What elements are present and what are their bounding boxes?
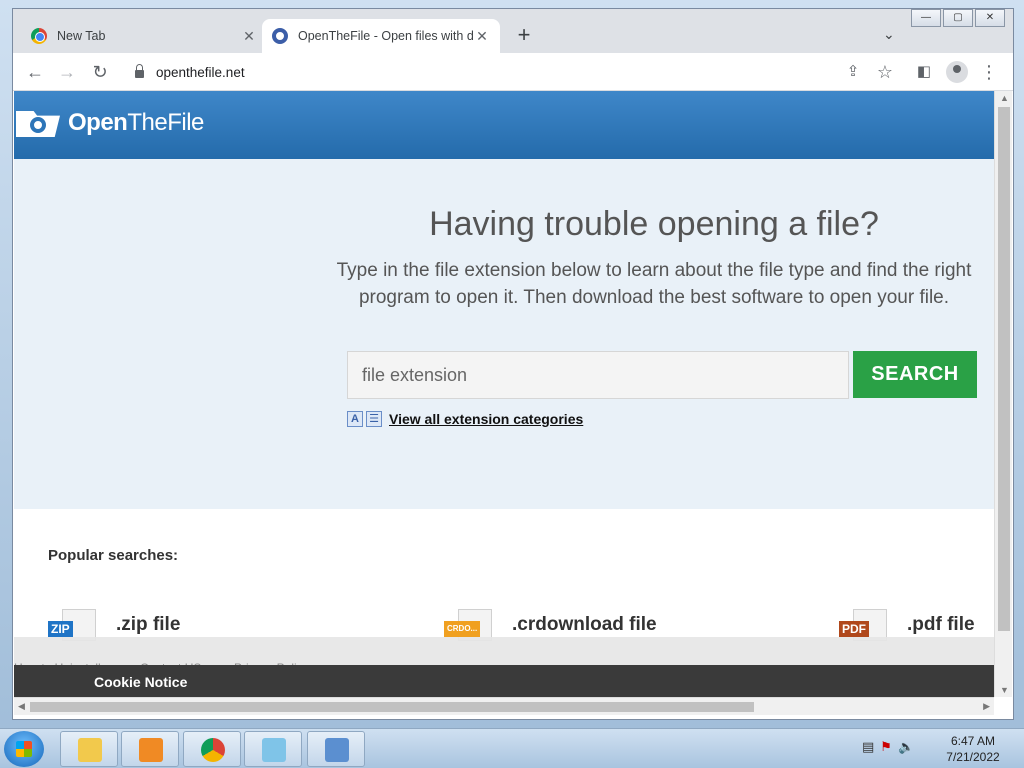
close-window-button[interactable]: ✕ xyxy=(975,9,1005,27)
menu-kebab-icon[interactable]: ⋮ xyxy=(977,60,1001,84)
profile-avatar[interactable] xyxy=(946,61,968,83)
network-icon[interactable]: ▤ xyxy=(862,739,874,755)
page-subtitle: Type in the file extension below to lear… xyxy=(336,260,972,308)
tab-new-tab[interactable]: New Tab ✕ xyxy=(21,19,267,53)
tab-title: New Tab xyxy=(57,29,106,43)
scrollbar-thumb[interactable] xyxy=(30,702,754,712)
close-icon[interactable]: ✕ xyxy=(241,28,257,45)
maximize-button[interactable]: ▢ xyxy=(943,9,973,27)
view-all-categories-link[interactable]: View all extension categories xyxy=(389,411,583,427)
vertical-scrollbar[interactable]: ▲ ▼ xyxy=(994,91,1012,697)
close-icon[interactable]: ✕ xyxy=(474,28,490,45)
tab-title: OpenTheFile - Open files with dif xyxy=(298,29,474,43)
popular-item-label: .pdf file xyxy=(907,614,975,635)
side-panel-icon[interactable]: ◧ xyxy=(912,60,936,84)
system-tray: ▤ ⚑ 🔈 xyxy=(862,739,914,755)
lock-icon xyxy=(135,64,144,78)
taskbar-explorer[interactable] xyxy=(60,731,118,767)
tab-openthefile[interactable]: OpenTheFile - Open files with dif ✕ xyxy=(262,19,500,53)
categories-row: A ☰ View all extension categories xyxy=(347,411,583,427)
reload-icon[interactable]: ↻ xyxy=(88,60,112,84)
chrome-icon xyxy=(31,28,47,44)
clock[interactable]: 6:47 AM 7/21/2022 xyxy=(940,733,1006,765)
minimize-button[interactable]: — xyxy=(911,9,941,27)
extension-search-input[interactable]: file extension xyxy=(347,351,849,399)
new-tab-button[interactable]: + xyxy=(511,23,537,49)
site-header: OpenTheFile xyxy=(14,91,994,159)
hero-section: Having trouble opening a file? Type in t… xyxy=(14,159,994,509)
page-title: Having trouble opening a file? xyxy=(429,205,879,243)
popular-title: Popular searches: xyxy=(48,547,179,564)
control-panel-icon xyxy=(325,738,349,762)
site-logo[interactable]: OpenTheFile xyxy=(16,107,204,139)
site-favicon-icon xyxy=(272,28,288,44)
horizontal-scrollbar[interactable]: ◀ ▶ xyxy=(14,697,994,715)
taskbar-control-panel[interactable] xyxy=(307,731,365,767)
popular-item-label: .crdownload file xyxy=(512,614,657,635)
page-viewport: OpenTheFile Having trouble opening a fil… xyxy=(14,91,994,697)
taskbar-notepad[interactable] xyxy=(244,731,302,767)
list-icon[interactable]: ☰ xyxy=(366,411,382,427)
logo-text: OpenTheFile xyxy=(68,109,204,136)
scrollbar-thumb[interactable] xyxy=(998,107,1010,631)
bookmark-star-icon[interactable]: ☆ xyxy=(873,60,897,84)
clock-time: 6:47 AM xyxy=(950,734,996,748)
browser-window: New Tab ✕ OpenTheFile - Open files with … xyxy=(12,8,1014,720)
url-text: openthefile.net xyxy=(156,64,245,80)
notepad-icon xyxy=(262,738,286,762)
tab-search-chevron-icon[interactable]: ⌄ xyxy=(883,26,895,43)
clock-date: 7/21/2022 xyxy=(946,750,1000,764)
footer-links: How to Uninstall Contact US Privacy Poli… xyxy=(14,637,994,675)
address-bar[interactable]: openthefile.net xyxy=(125,58,915,86)
search-button[interactable]: SEARCH xyxy=(853,351,977,398)
tab-strip: New Tab ✕ OpenTheFile - Open files with … xyxy=(13,9,1013,53)
share-icon[interactable]: ⇪ xyxy=(841,60,865,84)
folder-gear-icon xyxy=(16,107,62,139)
media-player-icon xyxy=(139,738,163,762)
alphabet-icon[interactable]: A xyxy=(347,411,363,427)
taskbar-chrome[interactable] xyxy=(183,731,241,767)
popular-item-label: .zip file xyxy=(116,614,181,635)
taskbar-media-player[interactable] xyxy=(121,731,179,767)
folder-icon xyxy=(78,738,102,762)
start-button[interactable] xyxy=(4,731,44,767)
forward-arrow-icon[interactable]: → xyxy=(55,60,79,84)
taskbar: ▤ ⚑ 🔈 6:47 AM 7/21/2022 xyxy=(0,728,1024,768)
chrome-icon xyxy=(201,738,225,762)
window-controls: — ▢ ✕ xyxy=(911,9,1005,27)
browser-toolbar: ← → ↻ openthefile.net ⇪ ☆ ◧ ⋮ xyxy=(13,53,1013,91)
back-arrow-icon[interactable]: ← xyxy=(23,60,47,84)
volume-icon[interactable]: 🔈 xyxy=(898,739,914,755)
cookie-notice-title: Cookie Notice xyxy=(94,674,188,690)
action-center-icon[interactable]: ⚑ xyxy=(880,739,892,755)
cookie-notice-bar: Cookie Notice xyxy=(14,665,994,697)
